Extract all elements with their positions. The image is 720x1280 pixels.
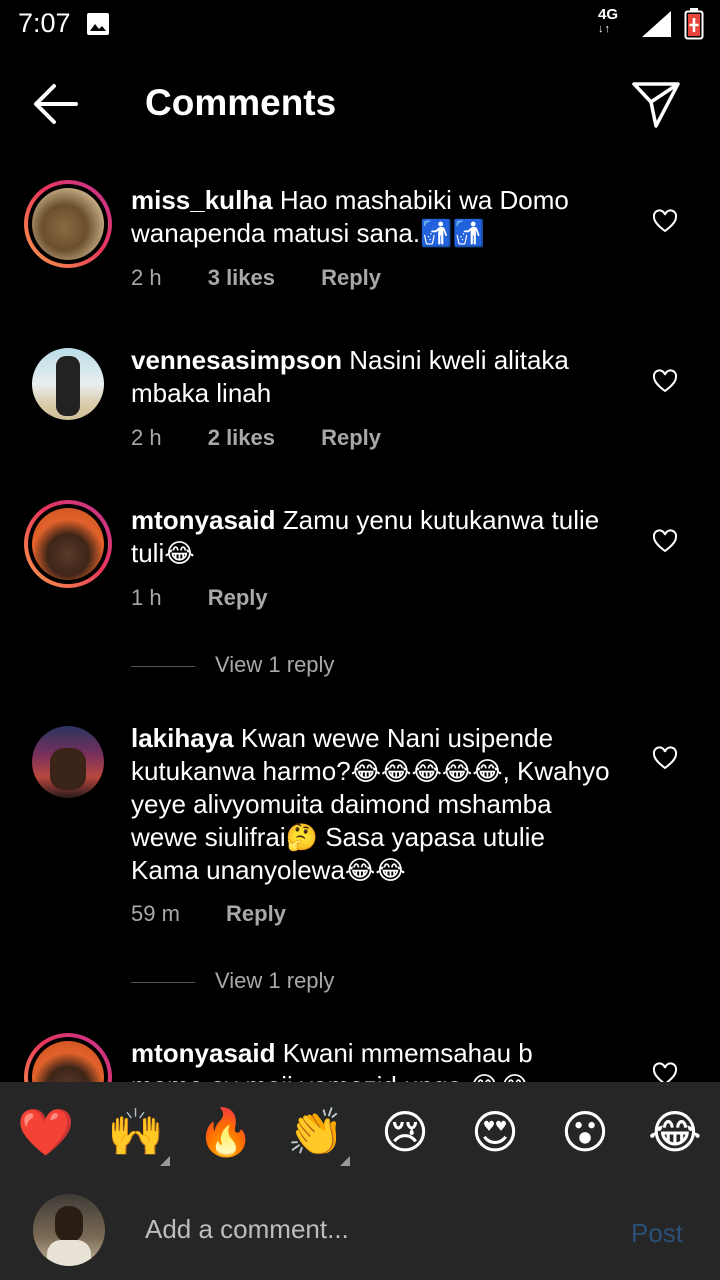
emoji-crying-face[interactable]: 😢 (377, 1104, 433, 1160)
battery-icon (684, 8, 704, 40)
avatar[interactable] (24, 500, 112, 588)
divider-line (131, 982, 195, 983)
comment-username[interactable]: vennesasimpson (131, 345, 342, 375)
comment-text: mtonyasaid Zamu yenu kutukanwa tulie tul… (131, 504, 611, 570)
emoji-red-heart[interactable]: ❤️ (17, 1104, 74, 1160)
view-replies-label: View 1 reply (215, 968, 335, 993)
comment-meta: 2 h 2 likes Reply (131, 425, 421, 451)
image-notification-icon (87, 13, 109, 35)
comment-likes[interactable]: 2 likes (208, 425, 275, 450)
compose-bar: Add a comment... Post (0, 1182, 720, 1280)
network-type: 4G ↓↑ (598, 6, 619, 35)
comment-username[interactable]: mtonyasaid (131, 1038, 276, 1068)
avatar[interactable] (32, 726, 104, 798)
comment-likes[interactable]: 3 likes (208, 265, 275, 290)
reply-button[interactable]: Reply (208, 585, 268, 610)
divider-line (131, 666, 195, 667)
comment-text: vennesasimpson Nasini kweli alitaka mbak… (131, 344, 611, 410)
skin-tone-indicator-icon (160, 1156, 170, 1166)
heart-icon[interactable] (652, 1062, 678, 1082)
comment-meta: 1 h Reply (131, 585, 308, 611)
signal-icon (642, 11, 671, 37)
back-arrow-icon[interactable] (28, 80, 84, 128)
emoji-tears-of-joy[interactable]: 😂 (647, 1104, 703, 1160)
page-title: Comments (145, 82, 337, 123)
avatar[interactable] (24, 1033, 112, 1082)
comment-username[interactable]: miss_kulha (131, 185, 273, 215)
comment-time: 2 h (131, 425, 162, 450)
avatar[interactable] (32, 348, 104, 420)
comment-item: mtonyasaid Kwani mmemsahau b mama ay maj… (0, 1033, 720, 1082)
skin-tone-indicator-icon (340, 1156, 350, 1166)
comment-username[interactable]: mtonyasaid (131, 505, 276, 535)
comment-text: lakihaya Kwan wewe Nani usipende kutukan… (131, 722, 611, 887)
reply-button[interactable]: Reply (226, 901, 286, 926)
emoji-clapping-hands[interactable]: 👏 (287, 1104, 344, 1160)
current-user-avatar (33, 1194, 105, 1266)
view-replies-button[interactable]: View 1 reply (131, 968, 531, 998)
direct-share-icon[interactable] (630, 78, 682, 130)
reply-button[interactable]: Reply (321, 265, 381, 290)
view-replies-label: View 1 reply (215, 652, 335, 677)
post-button[interactable]: Post (631, 1218, 683, 1249)
comment-time: 2 h (131, 265, 162, 290)
heart-icon[interactable] (652, 746, 678, 770)
comment-input[interactable]: Add a comment... (145, 1214, 349, 1245)
emoji-heart-eyes[interactable]: 😍 (467, 1104, 523, 1160)
avatar[interactable] (24, 180, 112, 268)
emoji-raising-hands[interactable]: 🙌 (107, 1104, 164, 1160)
comment-time: 59 m (131, 901, 180, 926)
heart-icon[interactable] (652, 209, 678, 233)
comment-meta: 59 m Reply (131, 901, 326, 927)
comment-time: 1 h (131, 585, 162, 610)
status-bar: 7:07 4G ↓↑ (0, 0, 720, 50)
comment-username[interactable]: lakihaya (131, 723, 234, 753)
heart-icon[interactable] (652, 369, 678, 393)
emoji-quick-bar: ❤️ 🙌 🔥 👏 😢 😍 😮 😂 (0, 1082, 720, 1182)
heart-icon[interactable] (652, 529, 678, 553)
reply-button[interactable]: Reply (321, 425, 381, 450)
comment-meta: 2 h 3 likes Reply (131, 265, 421, 291)
status-time: 7:07 (18, 8, 71, 38)
emoji-surprised-face[interactable]: 😮 (557, 1104, 613, 1160)
view-replies-button[interactable]: View 1 reply (131, 652, 531, 682)
emoji-fire[interactable]: 🔥 (197, 1104, 254, 1160)
comment-text: mtonyasaid Kwani mmemsahau b mama ay maj… (131, 1037, 611, 1082)
header: Comments (0, 60, 720, 150)
comment-text: miss_kulha Hao mashabiki wa Domo wanapen… (131, 184, 611, 250)
